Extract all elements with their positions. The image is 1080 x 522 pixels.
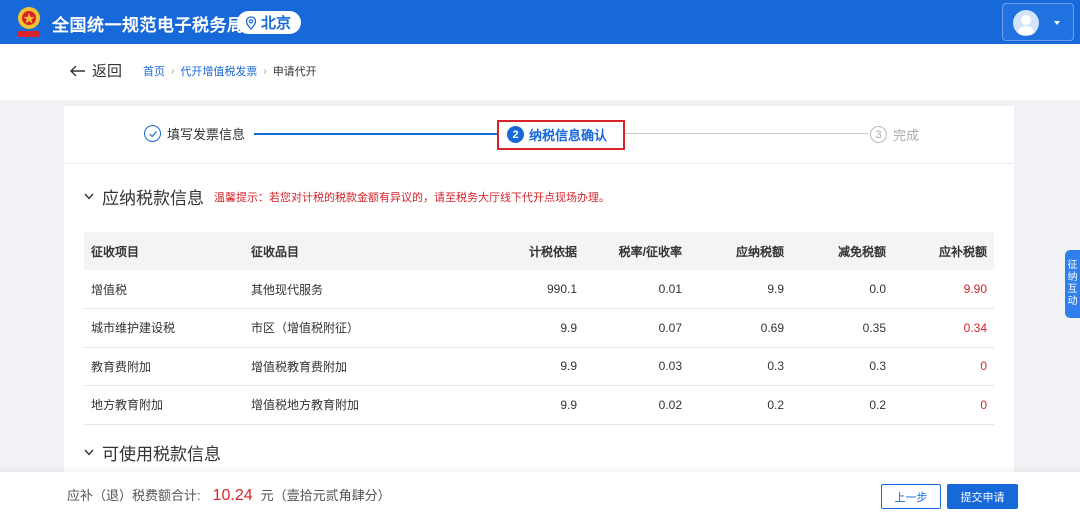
step-2-label: 纳税信息确认	[529, 128, 608, 143]
step-indicator: 填写发票信息 2 纳税信息确认 3 完成	[64, 106, 1014, 164]
chevron-down-icon	[84, 193, 94, 200]
table-row: 教育费附加 增值税教育费附加 9.9 0.03 0.3 0.3 0	[84, 347, 994, 386]
site-title: 全国统一规范电子税务局	[52, 16, 245, 35]
table-cell: 0.69	[689, 308, 791, 348]
table-header-row: 征收项目 征收品目 计税依据 税率/征收率 应纳税额 减免税额 应补税额	[84, 232, 994, 270]
column-header: 应补税额	[893, 232, 994, 270]
top-header: 全国统一规范电子税务局 北京	[0, 0, 1080, 44]
total-amount: 10.24	[212, 487, 253, 504]
table-cell: 增值税地方教育附加	[244, 385, 484, 425]
step-3-label: 完成	[893, 128, 920, 143]
step-3-number: 3	[870, 126, 887, 143]
footer-bar: 应补（退）税费额合计: 10.24 元（壹拾元贰角肆分） 上一步 提交申请	[0, 472, 1080, 522]
table-cell: 0.35	[791, 308, 893, 348]
user-menu[interactable]	[1002, 3, 1074, 41]
table-cell: 990.1	[484, 270, 584, 309]
step-1: 填写发票信息	[144, 124, 245, 143]
table-row: 城市维护建设税 市区（增值税附征） 9.9 0.07 0.69 0.35 0.3…	[84, 308, 994, 348]
table-cell: 0.2	[689, 385, 791, 425]
table-cell: 增值税教育费附加	[244, 347, 484, 386]
table-cell: 地方教育附加	[84, 385, 244, 425]
total-summary: 应补（退）税费额合计: 10.24 元（壹拾元贰角肆分）	[67, 485, 391, 505]
table-cell: 增值税	[84, 270, 244, 309]
usable-section-header[interactable]: 可使用税款信息	[84, 440, 221, 465]
column-header: 计税依据	[484, 232, 584, 270]
breadcrumb-current: 申请代开	[272, 66, 317, 78]
step-connector-done	[254, 133, 499, 135]
table-cell: 0.3	[689, 347, 791, 386]
breadcrumb: 首页 › 代开增值税发票 › 申请代开	[143, 63, 317, 79]
step-1-label: 填写发票信息	[167, 127, 246, 142]
check-circle-icon	[144, 125, 161, 142]
column-header: 税率/征收率	[584, 232, 689, 270]
tax-section-tip: 温馨提示：若您对计税的税款金额有异议的，请至税务大厅线下代开点现场办理。	[214, 191, 610, 204]
user-avatar-icon	[1013, 10, 1039, 36]
table-cell: 其他现代服务	[244, 270, 484, 309]
table-cell: 9.9	[484, 347, 584, 386]
table-cell: 城市维护建设税	[84, 308, 244, 348]
tax-section-header[interactable]: 应纳税款信息 温馨提示：若您对计税的税款金额有异议的，请至税务大厅线下代开点现场…	[84, 184, 610, 209]
table-row: 增值税 其他现代服务 990.1 0.01 9.9 0.0 9.90	[84, 270, 994, 309]
tax-emblem-icon	[18, 7, 40, 37]
region-label: 北京	[261, 15, 292, 32]
table-cell: 0.0	[791, 270, 893, 309]
breadcrumb-invoice[interactable]: 代开增值税发票	[180, 63, 257, 79]
step-2: 2 纳税信息确认	[507, 125, 607, 144]
table-cell-amount-due: 0.34	[893, 308, 994, 348]
interaction-side-tab[interactable]: 征 纳 互 动	[1065, 250, 1080, 318]
table-cell: 0.07	[584, 308, 689, 348]
column-header: 应纳税额	[689, 232, 791, 270]
main-card: 填写发票信息 2 纳税信息确认 3 完成 应纳税款信息 温馨提示：若您对计税的税…	[64, 106, 1014, 472]
breadcrumb-separator-icon: ›	[263, 65, 267, 77]
submit-application-button[interactable]: 提交申请	[947, 484, 1018, 509]
caret-down-icon	[1054, 21, 1060, 25]
table-cell: 9.9	[484, 385, 584, 425]
previous-step-button[interactable]: 上一步	[881, 484, 941, 509]
usable-section-title: 可使用税款信息	[102, 445, 221, 464]
side-tab-char: 征	[1067, 260, 1078, 271]
back-label: 返回	[92, 63, 123, 80]
table-cell: 9.9	[689, 270, 791, 309]
table-cell-amount-due: 0	[893, 385, 994, 425]
location-pin-icon	[245, 15, 257, 30]
table-cell: 9.9	[484, 308, 584, 348]
table-cell: 市区（增值税附征）	[244, 308, 484, 348]
table-cell: 0.3	[791, 347, 893, 386]
table-row: 地方教育附加 增值税地方教育附加 9.9 0.02 0.2 0.2 0	[84, 385, 994, 425]
tax-section-title: 应纳税款信息	[102, 189, 204, 208]
region-selector[interactable]: 北京	[237, 11, 302, 34]
table-cell: 0.02	[584, 385, 689, 425]
arrow-left-icon	[70, 65, 85, 76]
breadcrumb-home[interactable]: 首页	[143, 63, 165, 79]
column-header: 征收项目	[84, 232, 244, 270]
table-cell-amount-due: 9.90	[893, 270, 994, 309]
table-cell: 0.01	[584, 270, 689, 309]
navigation-bar: 返回 首页 › 代开增值税发票 › 申请代开	[0, 44, 1080, 100]
total-unit: 元（壹拾元贰角肆分）	[260, 488, 391, 503]
step-2-number: 2	[507, 126, 524, 143]
total-label: 应补（退）税费额合计:	[67, 488, 201, 503]
chevron-down-icon	[84, 449, 94, 456]
tax-table: 征收项目 征收品目 计税依据 税率/征收率 应纳税额 减免税额 应补税额 增值税…	[84, 232, 994, 425]
breadcrumb-separator-icon: ›	[171, 65, 175, 77]
table-cell-amount-due: 0	[893, 347, 994, 386]
column-header: 减免税额	[791, 232, 893, 270]
side-tab-char: 互	[1067, 284, 1078, 295]
side-tab-char: 动	[1067, 296, 1078, 307]
step-connector-pending	[625, 133, 868, 134]
table-cell: 0.03	[584, 347, 689, 386]
step-3: 3 完成	[870, 125, 919, 144]
table-cell: 教育费附加	[84, 347, 244, 386]
side-tab-char: 纳	[1067, 272, 1078, 283]
back-button[interactable]: 返回	[70, 60, 122, 81]
column-header: 征收品目	[244, 232, 484, 270]
table-cell: 0.2	[791, 385, 893, 425]
